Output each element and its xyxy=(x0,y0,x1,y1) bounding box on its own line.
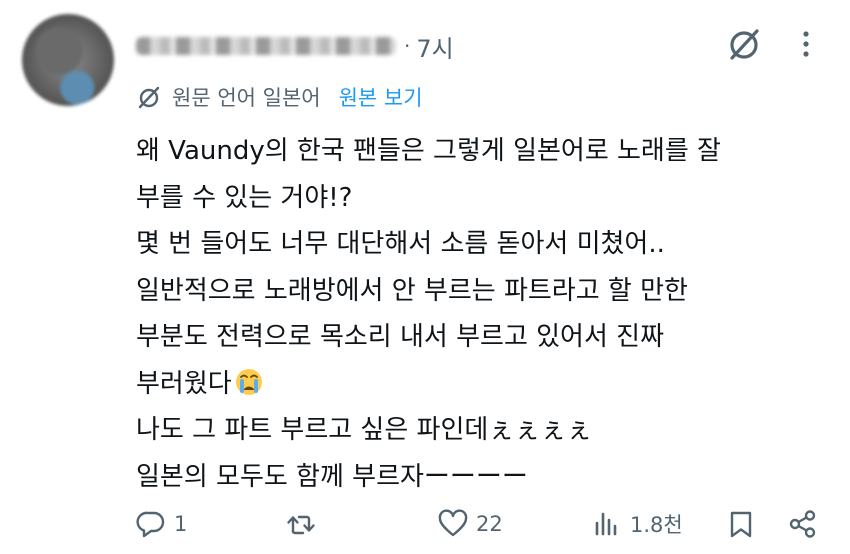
views-icon xyxy=(595,512,617,536)
text-line: 부러웠다 xyxy=(136,368,232,399)
blurred-username[interactable] xyxy=(136,37,396,55)
text-line: 일반적으로 노래방에서 안 부르는 파트라고 할 만한 xyxy=(136,275,688,306)
text-line: 왜 Vaundy의 한국 팬들은 그렇게 일본어로 노래를 잘 xyxy=(136,136,721,166)
translation-row: 원문 언어 일본어 원본 보기 xyxy=(136,80,423,114)
view-count: 1.8천 xyxy=(630,513,683,537)
more-icon[interactable] xyxy=(796,28,816,60)
text-line: 부분도 전력으로 목소리 내서 부르고 있어서 진짜 xyxy=(136,322,664,352)
source-language-label: 원문 언어 일본어 xyxy=(172,86,321,110)
post-text: 왜 Vaundy의 한국 팬들은 그렇게 일본어로 노래를 잘 부를 수 있는 … xyxy=(136,128,836,500)
like-button[interactable]: 22 xyxy=(438,509,503,539)
separator-dot: · xyxy=(404,34,411,58)
bookmark-icon xyxy=(730,511,752,538)
text-line-with-emoji: 부러웠다 xyxy=(136,361,836,408)
text-line: 부를 수 있는 거야!? xyxy=(136,182,353,213)
repost-button[interactable] xyxy=(286,509,316,539)
post-header: · 7시 xyxy=(136,26,454,66)
reply-count: 1 xyxy=(174,512,188,536)
text-line: 몇 번 들어도 너무 대단해서 소름 돋아서 미쳤어.. xyxy=(136,229,665,259)
action-bar: 1 22 1.8천 xyxy=(136,503,836,547)
share-button[interactable] xyxy=(788,509,818,539)
avatar[interactable] xyxy=(22,14,114,106)
text-line: 나도 그 파트 부르고 싶은 파인데ぇぇぇぇ xyxy=(136,415,593,445)
share-icon xyxy=(789,510,816,538)
heart-icon xyxy=(438,509,468,537)
crying-face-emoji-icon xyxy=(235,368,262,395)
translate-icon xyxy=(138,86,160,109)
view-original-link[interactable]: 원본 보기 xyxy=(339,82,423,112)
grok-icon[interactable] xyxy=(724,24,764,64)
reply-button[interactable]: 1 xyxy=(136,509,187,539)
bookmark-button[interactable] xyxy=(726,509,756,539)
text-line: 일본의 모두도 함께 부르자ーーーー xyxy=(136,461,528,492)
like-count: 22 xyxy=(476,512,503,536)
views-button[interactable]: 1.8천 xyxy=(592,509,683,539)
repost-icon xyxy=(287,515,315,535)
post-time[interactable]: 7시 xyxy=(416,29,453,64)
reply-icon xyxy=(136,511,165,538)
